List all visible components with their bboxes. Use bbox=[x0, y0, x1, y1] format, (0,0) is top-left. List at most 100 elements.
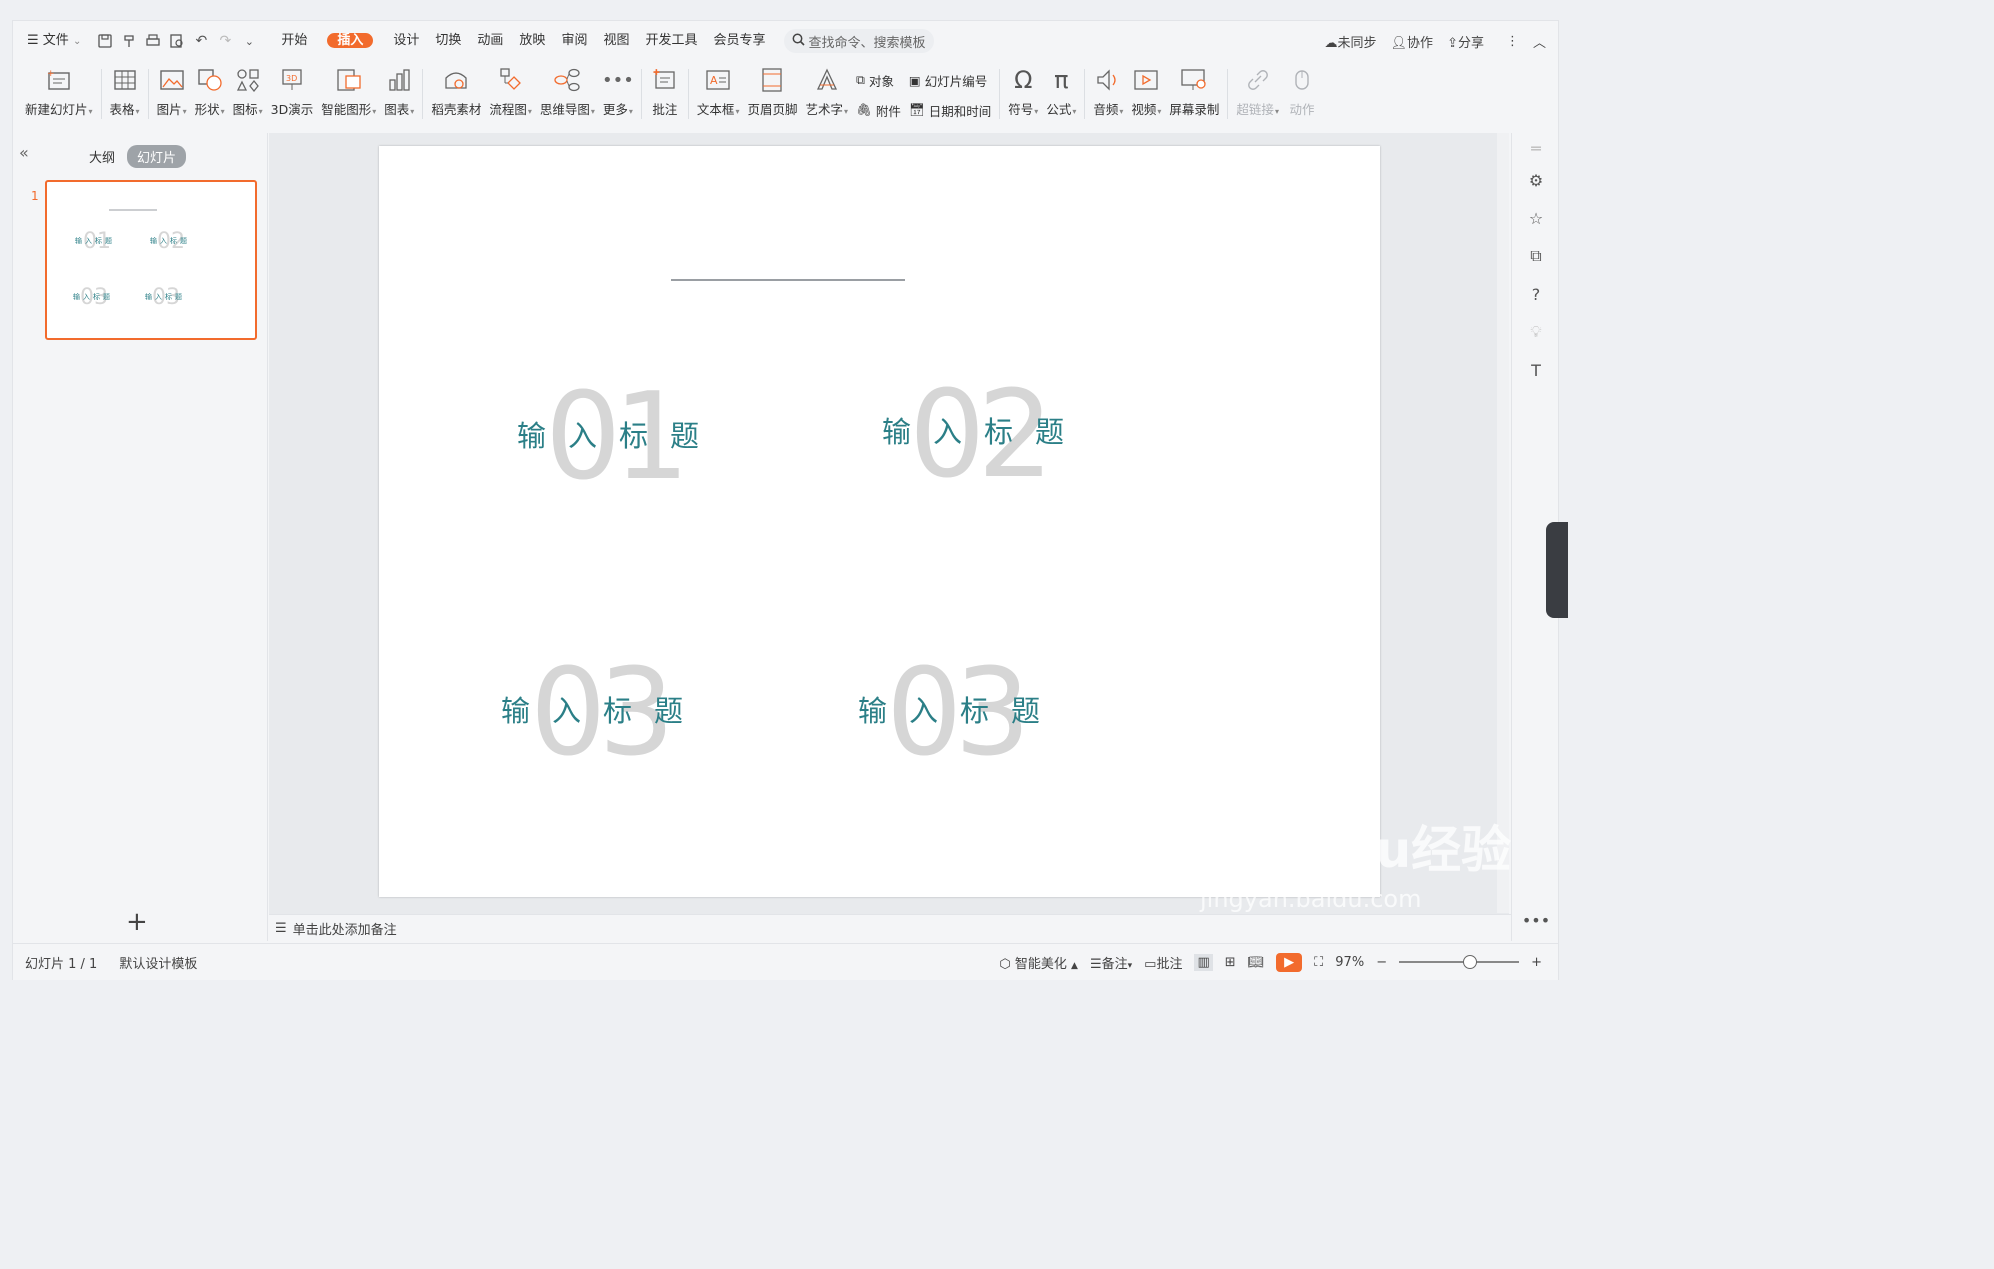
icons-gallery-icon bbox=[233, 65, 263, 95]
tab-design[interactable]: 设计 bbox=[385, 21, 427, 61]
slide[interactable]: 01 输入标题 02 输入标题 03 输入标题 03 输入标题 bbox=[379, 146, 1380, 897]
tab-insert[interactable]: 插入 bbox=[315, 21, 385, 61]
tab-transition[interactable]: 切换 bbox=[427, 21, 469, 61]
slide-number-icon: ▣ bbox=[908, 72, 921, 88]
textbox-button[interactable]: A 文本框▾ bbox=[693, 61, 744, 129]
tab-slides[interactable]: 幻灯片 bbox=[127, 145, 187, 168]
customize-icon[interactable]: ⌄ bbox=[237, 29, 261, 53]
redo-icon[interactable]: ↷ bbox=[213, 29, 237, 53]
panel-tabs: 大纲 幻灯片 bbox=[89, 145, 187, 168]
attachment-button[interactable]: 🖇︎ 附件 bbox=[856, 99, 901, 121]
format-painter-icon[interactable] bbox=[117, 29, 141, 53]
tab-developer[interactable]: 开发工具 bbox=[637, 21, 705, 61]
notes-icon: ☰ bbox=[275, 921, 287, 936]
text-icon[interactable]: T bbox=[1525, 359, 1547, 381]
side-panel-handle[interactable] bbox=[1546, 522, 1568, 618]
datetime-button[interactable]: 📅︎ 日期和时间 bbox=[909, 99, 991, 121]
more-button[interactable]: ••• 更多▾ bbox=[599, 61, 637, 129]
slide-info: 幻灯片 1 / 1 bbox=[25, 956, 98, 972]
add-slide-button[interactable]: + bbox=[126, 907, 148, 937]
vertical-scrollbar[interactable] bbox=[1497, 133, 1509, 913]
item-title[interactable]: 输入标题 bbox=[517, 422, 721, 451]
more-sidebar-icon[interactable]: ••• bbox=[1522, 909, 1550, 931]
tab-member[interactable]: 会员专享 bbox=[705, 21, 773, 61]
tab-animation[interactable]: 动画 bbox=[469, 21, 511, 61]
wordart-button[interactable]: 艺术字▾ bbox=[801, 61, 852, 129]
action-label: 动作 bbox=[1289, 102, 1315, 117]
table-label: 表格 bbox=[109, 102, 135, 117]
item-title[interactable]: 输入标题 bbox=[501, 697, 705, 726]
search-box[interactable]: 查找命令、搜索模板 bbox=[783, 29, 934, 53]
collapse-ribbon-icon[interactable]: ︿ bbox=[1533, 32, 1546, 51]
save-icon[interactable] bbox=[93, 29, 117, 53]
print-preview-icon[interactable] bbox=[165, 29, 189, 53]
ellipsis-icon: ••• bbox=[601, 69, 634, 91]
help-icon[interactable]: ? bbox=[1525, 283, 1547, 305]
calendar-icon: 📅︎ bbox=[908, 102, 925, 117]
tab-start[interactable]: 开始 bbox=[273, 21, 315, 61]
more-options-icon[interactable]: ⋮ bbox=[1506, 34, 1519, 49]
comment-button[interactable]: ✚ 批注 bbox=[646, 61, 684, 129]
hyperlink-button[interactable]: 超链接▾ bbox=[1232, 61, 1283, 129]
shape-button[interactable]: 形状▾ bbox=[191, 61, 229, 129]
divider bbox=[422, 69, 424, 119]
table-button[interactable]: 表格▾ bbox=[106, 61, 144, 129]
file-menu[interactable]: ☰ 文件 ⌄ bbox=[13, 21, 89, 61]
smart-beautify-button[interactable]: ⬡ 智能美化 ▲ bbox=[999, 953, 1078, 972]
object-button[interactable]: ⧉ 对象 bbox=[856, 69, 901, 91]
action-button[interactable]: 动作 bbox=[1283, 61, 1321, 129]
header-footer-button[interactable]: 页眉页脚 bbox=[743, 61, 801, 129]
undo-icon[interactable]: ↶ bbox=[189, 29, 213, 53]
svg-text:A: A bbox=[710, 74, 718, 87]
video-button[interactable]: 视频▾ bbox=[1127, 61, 1165, 129]
template-name[interactable]: 默认设计模板 bbox=[119, 953, 197, 972]
lightbulb-icon[interactable]: 💡︎ bbox=[1525, 321, 1547, 343]
screen-record-button[interactable]: 屏幕录制 bbox=[1165, 61, 1223, 129]
collaborate-button[interactable]: 👤︎协作 bbox=[1391, 32, 1434, 51]
screen-record-label: 屏幕录制 bbox=[1169, 102, 1220, 117]
smartart-label: 智能图形 bbox=[321, 102, 372, 117]
zoom-in-icon[interactable]: + bbox=[1531, 955, 1542, 970]
sync-status-button[interactable]: ☁未同步 bbox=[1325, 32, 1377, 51]
item-title[interactable]: 输入标题 bbox=[858, 697, 1062, 726]
symbol-button[interactable]: Ω 符号▾ bbox=[1004, 61, 1042, 129]
item-title[interactable]: 输入标题 bbox=[882, 418, 1086, 447]
tab-review[interactable]: 审阅 bbox=[553, 21, 595, 61]
wordart-icon bbox=[812, 65, 842, 95]
new-slide-button[interactable]: + 新建幻灯片▾ bbox=[21, 61, 97, 129]
symbol-label: 符号 bbox=[1008, 102, 1034, 117]
tab-view[interactable]: 视图 bbox=[595, 21, 637, 61]
screen-record-icon bbox=[1179, 65, 1209, 95]
flowchart-button[interactable]: 流程图▾ bbox=[485, 61, 536, 129]
ribbon-insert: + 新建幻灯片▾ 表格▾ 图片▾ 形状▾ 图标▾ 3D 3D演示 智能图形▾ 图… bbox=[13, 61, 1558, 131]
smartart-button[interactable]: 智能图形▾ bbox=[317, 61, 380, 129]
picture-button[interactable]: 图片▾ bbox=[153, 61, 191, 129]
object-icon: ⧉ bbox=[856, 72, 865, 87]
chart-button[interactable]: 图表▾ bbox=[380, 61, 418, 129]
pi-icon: π bbox=[1054, 66, 1069, 94]
share-button[interactable]: ⇪分享 bbox=[1447, 32, 1484, 51]
3d-presentation-button[interactable]: 3D 3D演示 bbox=[267, 61, 318, 129]
print-icon[interactable] bbox=[141, 29, 165, 53]
properties-icon[interactable]: ⚙ bbox=[1525, 169, 1547, 191]
wordart-label: 艺术字 bbox=[805, 102, 843, 117]
formula-button[interactable]: π 公式▾ bbox=[1042, 61, 1080, 129]
paw-icon: 🐾︎ bbox=[1289, 831, 1340, 877]
material-button[interactable]: 稻壳素材 bbox=[427, 61, 485, 129]
slide-switch-icon[interactable]: ⧉ bbox=[1525, 245, 1547, 267]
icon-button[interactable]: 图标▾ bbox=[229, 61, 267, 129]
comments-toggle-button[interactable]: ▭批注 bbox=[1144, 953, 1182, 972]
baidu-watermark: Bai🐾︎du经验 jingyan.baidu.com bbox=[1200, 825, 1511, 975]
dropdown-arrow-icon: ▾ bbox=[628, 107, 633, 116]
mindmap-icon bbox=[552, 65, 582, 95]
slide-number-button[interactable]: ▣ 幻灯片编号 bbox=[909, 69, 991, 91]
tab-slideshow[interactable]: 放映 bbox=[511, 21, 553, 61]
svg-text:输入标题: 输入标题 bbox=[75, 236, 115, 245]
slide-thumbnail[interactable]: 01 输入标题 02 输入标题 03 输入标题 03 输入标题 bbox=[45, 180, 257, 340]
animation-star-icon[interactable]: ☆ bbox=[1525, 207, 1547, 229]
collapse-panel-icon[interactable]: « bbox=[19, 143, 29, 162]
audio-button[interactable]: 音频▾ bbox=[1089, 61, 1127, 129]
tab-outline[interactable]: 大纲 bbox=[89, 147, 115, 166]
mindmap-button[interactable]: 思维导图▾ bbox=[536, 61, 599, 129]
notes-toggle-button[interactable]: ☰备注▾ bbox=[1090, 953, 1132, 972]
